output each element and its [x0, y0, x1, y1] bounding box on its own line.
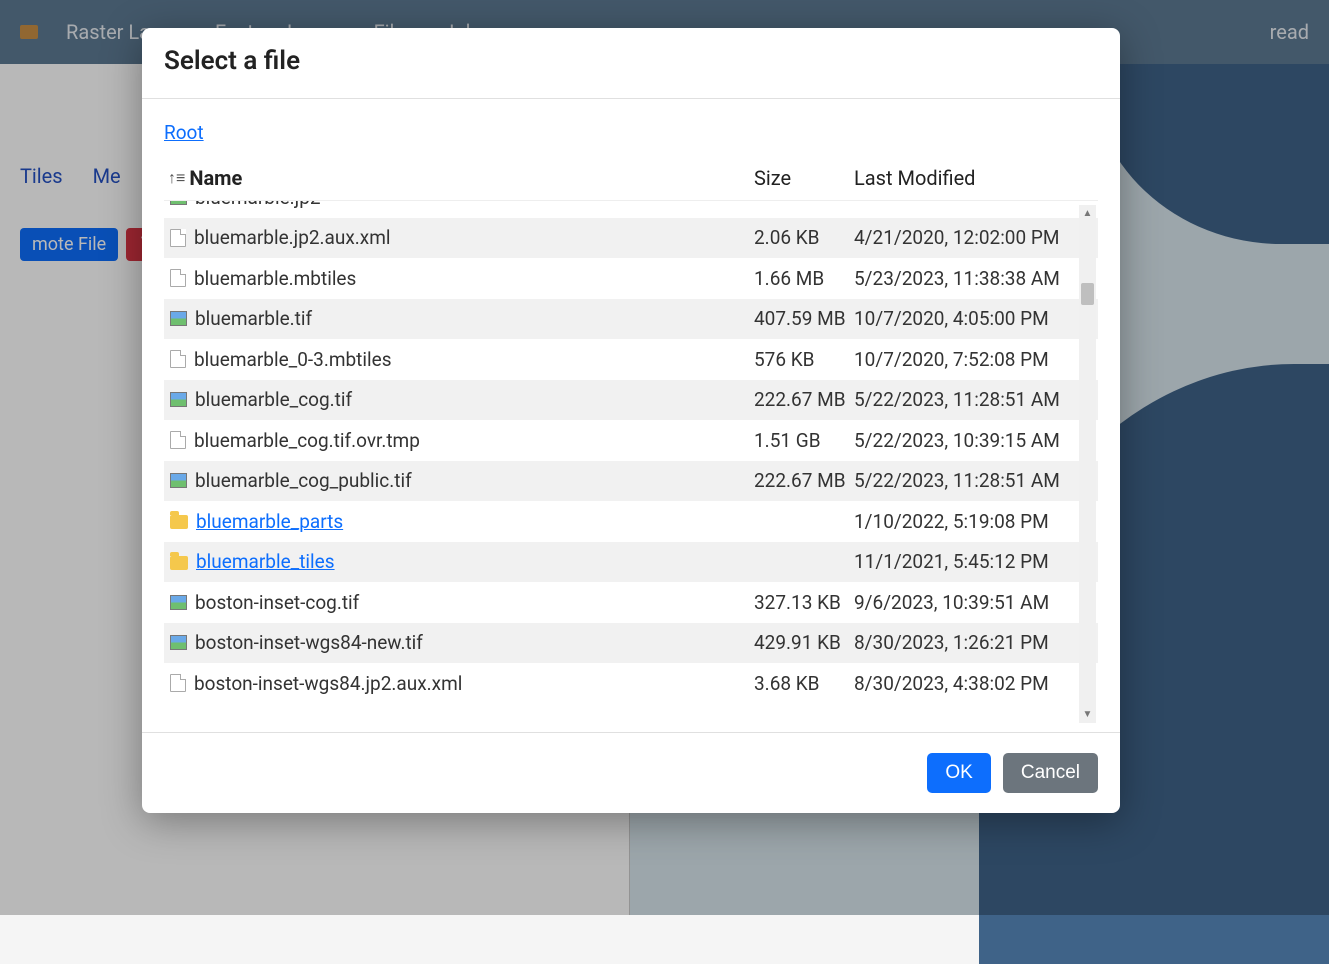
table-row[interactable]: bluemarble_tiles 11/1/2021, 5:45:12 PM [164, 542, 1098, 583]
file-name-label: boston-inset-wgs84.jp2.aux.xml [194, 672, 462, 695]
file-name-label[interactable]: bluemarble_parts [196, 510, 343, 533]
cell-name: bluemarble.jp2.aux.xml [164, 226, 754, 249]
file-rows: bluemarble.jp2 bluemarble.jp2.aux.xml 2.06… [164, 201, 1098, 732]
cell-date: 1/10/2022, 5:19:08 PM [854, 510, 1098, 533]
file-table: ↑≡ Name Size Last Modified bluemarble.jp… [164, 158, 1098, 732]
cell-date: 8/30/2023, 4:38:02 PM [854, 672, 1098, 695]
file-icon [170, 269, 186, 287]
raster-icon [170, 201, 187, 205]
raster-icon [170, 311, 187, 326]
file-select-modal: Select a file Root ↑≡ Name Size Last Mod… [142, 28, 1120, 813]
raster-icon [170, 595, 187, 610]
cell-size: 1.66 MB [754, 267, 854, 290]
cell-name: boston-inset-wgs84-new.tif [164, 631, 754, 654]
file-name-label[interactable]: bluemarble_tiles [196, 550, 335, 573]
table-row[interactable]: bluemarble.tif 407.59 MB10/7/2020, 4:05:0… [164, 299, 1098, 340]
scrollbar[interactable]: ▲ ▼ [1079, 205, 1096, 723]
cell-date: 8/30/2023, 1:26:21 PM [854, 631, 1098, 654]
cell-date: 9/6/2023, 10:39:51 AM [854, 591, 1098, 614]
cell-date: 10/7/2020, 7:52:08 PM [854, 348, 1098, 371]
table-row[interactable]: bluemarble_0-3.mbtiles 576 KB10/7/2020, 7… [164, 339, 1098, 380]
file-name-label: bluemarble_cog.tif [195, 388, 352, 411]
cell-size: 2.06 KB [754, 226, 854, 249]
file-icon [170, 350, 186, 368]
file-icon [170, 229, 186, 247]
file-name-label: boston-inset-cog.tif [195, 591, 359, 614]
table-row[interactable]: bluemarble.jp2.aux.xml 2.06 KB4/21/2020, … [164, 218, 1098, 259]
breadcrumb: Root [142, 121, 1120, 158]
col-header-name-label: Name [189, 166, 242, 190]
cell-date: 5/23/2023, 11:38:38 AM [854, 267, 1098, 290]
cell-date: 5/22/2023, 11:28:51 AM [854, 469, 1098, 492]
file-name-label: bluemarble.jp2.aux.xml [194, 226, 391, 249]
table-row[interactable]: boston-inset-wgs84.jp2.aux.xml 3.68 KB8/3… [164, 663, 1098, 704]
cell-size: 222.67 MB [754, 388, 854, 411]
modal-title: Select a file [164, 46, 1098, 76]
cell-date: 5/22/2023, 11:28:51 AM [854, 388, 1098, 411]
table-row[interactable]: boston-inset-cog.tif 327.13 KB9/6/2023, 1… [164, 582, 1098, 623]
table-row[interactable]: bluemarble.jp2 [164, 201, 1098, 218]
cell-name: boston-inset-wgs84.jp2.aux.xml [164, 672, 754, 695]
cell-size: 1.51 GB [754, 429, 854, 452]
cell-name: bluemarble_cog.tif.ovr.tmp [164, 429, 754, 452]
col-header-size[interactable]: Size [754, 166, 854, 190]
modal-body: Root ↑≡ Name Size Last Modified bluemarb… [142, 99, 1120, 732]
folder-icon [170, 556, 188, 570]
raster-icon [170, 392, 187, 407]
file-name-label: boston-inset-wgs84-new.tif [195, 631, 423, 654]
cell-name: boston-inset-cog.tif [164, 591, 754, 614]
table-header: ↑≡ Name Size Last Modified [164, 158, 1098, 201]
breadcrumb-root-link[interactable]: Root [164, 121, 204, 144]
file-name-label: bluemarble_0-3.mbtiles [194, 348, 392, 371]
file-icon [170, 674, 186, 692]
file-icon [170, 431, 186, 449]
table-row[interactable]: bluemarble_cog_public.tif 222.67 MB5/22/2… [164, 461, 1098, 502]
cell-size: 3.68 KB [754, 672, 854, 695]
file-name-label: bluemarble_cog_public.tif [195, 469, 412, 492]
cell-name: bluemarble.tif [164, 307, 754, 330]
table-row[interactable]: bluemarble_cog.tif.ovr.tmp 1.51 GB5/22/20… [164, 420, 1098, 461]
file-name-label: bluemarble.mbtiles [194, 267, 356, 290]
table-row[interactable]: bluemarble_parts 1/10/2022, 5:19:08 PM [164, 501, 1098, 542]
col-header-name[interactable]: ↑≡ Name [164, 166, 754, 190]
cell-size: 576 KB [754, 348, 854, 371]
scroll-thumb[interactable] [1081, 283, 1094, 305]
file-name-label: bluemarble_cog.tif.ovr.tmp [194, 429, 420, 452]
table-row[interactable]: bluemarble.mbtiles 1.66 MB5/23/2023, 11:3… [164, 258, 1098, 299]
cancel-button[interactable]: Cancel [1003, 753, 1098, 793]
cell-date: 5/22/2023, 10:39:15 AM [854, 429, 1098, 452]
col-header-modified[interactable]: Last Modified [854, 166, 1098, 190]
file-name-label: bluemarble.tif [195, 307, 312, 330]
cell-name: bluemarble_tiles [164, 550, 754, 573]
scroll-up-icon[interactable]: ▲ [1079, 205, 1096, 222]
cell-size: 327.13 KB [754, 591, 854, 614]
sort-asc-icon: ↑≡ [168, 168, 185, 188]
cell-name: bluemarble.jp2 [164, 201, 754, 209]
modal-footer: OK Cancel [142, 732, 1120, 813]
cell-name: bluemarble_cog.tif [164, 388, 754, 411]
cell-size: 407.59 MB [754, 307, 854, 330]
ok-button[interactable]: OK [927, 753, 990, 793]
file-name-label: bluemarble.jp2 [195, 201, 321, 209]
table-row[interactable]: bluemarble_cog.tif 222.67 MB5/22/2023, 11… [164, 380, 1098, 421]
cell-name: bluemarble_0-3.mbtiles [164, 348, 754, 371]
raster-icon [170, 473, 187, 488]
cell-name: bluemarble_parts [164, 510, 754, 533]
folder-icon [170, 515, 188, 529]
cell-date: 11/1/2021, 5:45:12 PM [854, 550, 1098, 573]
cell-size: 222.67 MB [754, 469, 854, 492]
modal-header: Select a file [142, 28, 1120, 99]
raster-icon [170, 635, 187, 650]
table-row[interactable]: boston-inset-wgs84-new.tif 429.91 KB8/30/… [164, 623, 1098, 664]
cell-name: bluemarble.mbtiles [164, 267, 754, 290]
cell-date: 10/7/2020, 4:05:00 PM [854, 307, 1098, 330]
cell-size: 429.91 KB [754, 631, 854, 654]
cell-name: bluemarble_cog_public.tif [164, 469, 754, 492]
scroll-down-icon[interactable]: ▼ [1079, 706, 1096, 723]
cell-date: 4/21/2020, 12:02:00 PM [854, 226, 1098, 249]
